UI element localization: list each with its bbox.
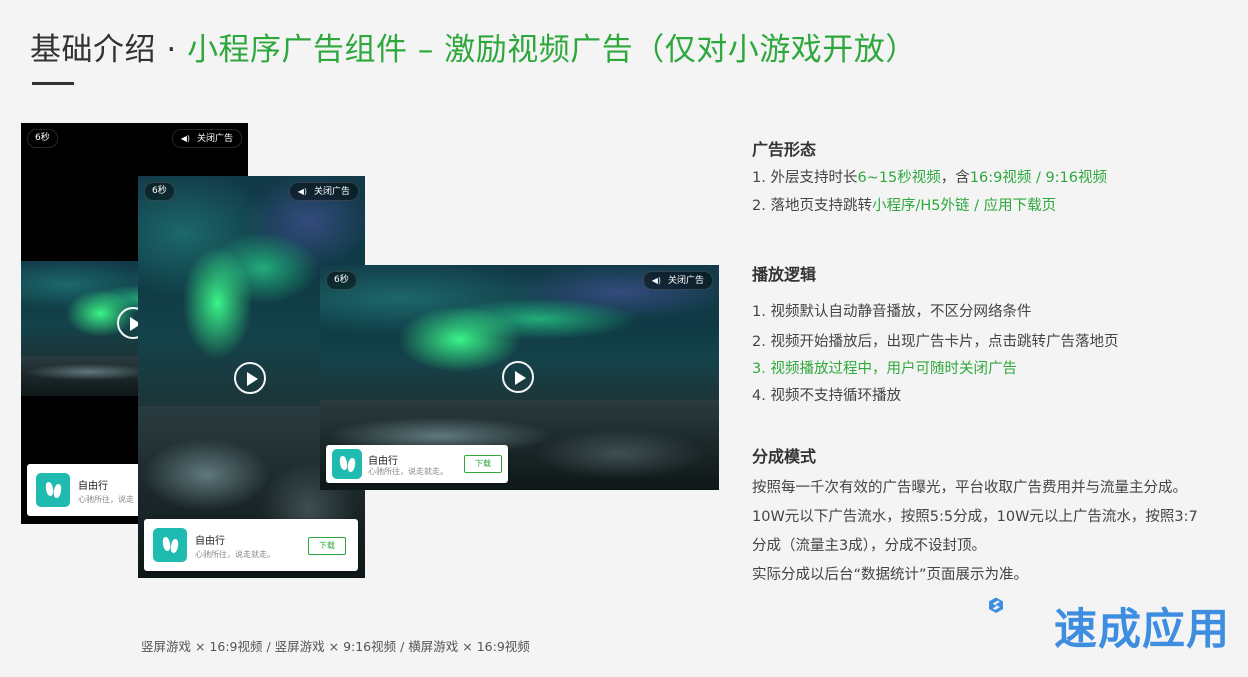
close-ad-label: 关闭广告	[196, 134, 233, 144]
share-line: 实际分成以后台“数据统计”页面展示为准。	[752, 567, 1029, 583]
ad-app-name: 自由行	[195, 536, 225, 547]
share-line: 分成（流量主3成），分成不设封顶。	[752, 538, 986, 554]
play-icon[interactable]	[502, 361, 534, 393]
logic-item: 1. 视频默认自动静音播放，不区分网络条件	[752, 304, 1032, 320]
form-line-2-a: 2. 落地页支持跳转	[752, 198, 872, 214]
ad-app-desc: 心驰所往，说走就走。	[368, 467, 448, 476]
close-ad-button[interactable]: ◀) 关闭广告	[288, 182, 359, 201]
close-ad-button[interactable]: ◀) 关闭广告	[642, 271, 713, 290]
countdown-timer: 6秒	[326, 271, 357, 290]
close-ad-button[interactable]: ◀) 关闭广告	[171, 129, 242, 148]
speaker-icon[interactable]: ◀)	[181, 130, 190, 147]
share-line: 10W元以下广告流水，按照5:5分成，10W元以上广告流水，按照3:7	[752, 509, 1198, 525]
title-underline	[32, 82, 74, 85]
close-ad-label: 关闭广告	[313, 187, 350, 197]
page-title-main: 小程序广告组件 – 激励视频广告（仅对小游戏开放）	[187, 32, 917, 68]
form-line-2-b: 小程序/H5外链 / 应用下载页	[871, 198, 1057, 214]
logic-item: 2. 视频开始播放后，出现广告卡片，点击跳转广告落地页	[752, 334, 1119, 350]
download-button[interactable]: 下载	[464, 455, 502, 473]
speaker-icon[interactable]: ◀)	[298, 183, 307, 200]
form-line-1-c: ，含	[940, 170, 970, 186]
ad-app-desc: 心驰所往，说走	[78, 495, 134, 504]
section-title-share: 分成模式	[752, 447, 817, 466]
preview-caption: 竖屏游戏 × 16:9视频 / 竖屏游戏 × 9:16视频 / 横屏游戏 × 1…	[141, 639, 530, 654]
play-icon[interactable]	[234, 362, 266, 394]
close-ad-label: 关闭广告	[667, 276, 704, 286]
countdown-timer: 6秒	[144, 182, 175, 201]
ad-card[interactable]: 自由行 心驰所往，说走就走。 下载	[326, 445, 508, 483]
form-line-1: 1. 外层支持时长6~15秒视频，含16:9视频 / 9:16视频	[752, 166, 1107, 187]
page-title-prefix: 基础介绍 ·	[30, 32, 188, 68]
ad-card[interactable]: 自由行 心驰所往，说走就走。 下载	[144, 519, 358, 571]
footprint-app-icon	[36, 473, 70, 507]
ad-preview-landscape-16x9: 6秒 ◀) 关闭广告 自由行 心驰所往，说走就走。 下载	[320, 265, 719, 490]
logic-item-highlight: 3. 视频播放过程中，用户可随时关闭广告	[752, 361, 1017, 377]
share-line: 按照每一千次有效的广告曝光，平台收取广告费用并与流量主分成。	[752, 480, 1187, 496]
countdown-timer: 6秒	[27, 129, 58, 148]
footprint-app-icon	[153, 528, 187, 562]
form-line-1-a: 1. 外层支持时长	[752, 170, 858, 186]
ad-app-desc: 心驰所往，说走就走。	[195, 550, 275, 559]
ad-app-name: 自由行	[78, 481, 108, 492]
download-button[interactable]: 下载	[308, 537, 346, 555]
page-title: 基础介绍 · 小程序广告组件 – 激励视频广告（仅对小游戏开放）	[30, 28, 917, 72]
logic-item: 4. 视频不支持循环播放	[752, 388, 901, 404]
form-line-2: 2. 落地页支持跳转小程序/H5外链 / 应用下载页	[752, 194, 1056, 215]
footprint-app-icon	[332, 449, 362, 479]
section-title-form: 广告形态	[752, 140, 817, 159]
ad-app-name: 自由行	[368, 456, 398, 467]
form-line-1-b: 6~15秒视频	[857, 170, 941, 186]
section-title-logic: 播放逻辑	[752, 265, 817, 284]
brand-logo-text: 速成应用	[1054, 605, 1230, 655]
brand-logo-icon	[989, 597, 1003, 614]
speaker-icon[interactable]: ◀)	[652, 272, 661, 289]
form-line-1-d: 16:9视频 / 9:16视频	[969, 170, 1108, 186]
